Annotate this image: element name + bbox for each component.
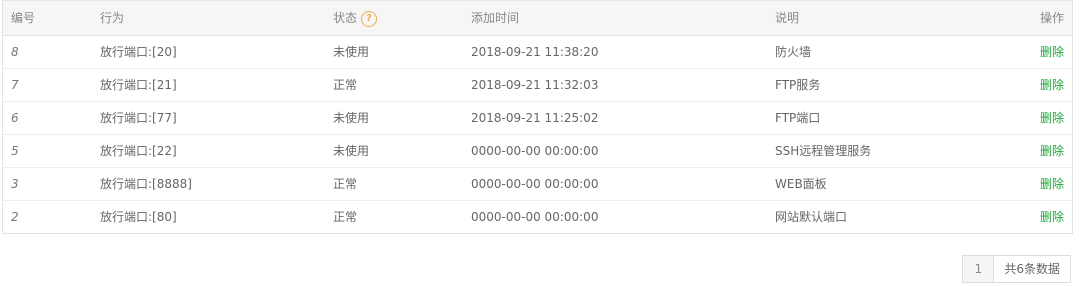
firewall-rules-table-container: 编号 行为 状态? 添加时间 说明 操作 8 放行端口:[20] 未使用 201… [2,0,1073,234]
delete-button[interactable]: 删除 [1040,210,1064,224]
table-row: 3 放行端口:[8888] 正常 0000-00-00 00:00:00 WEB… [3,167,1072,200]
delete-button[interactable]: 删除 [1040,144,1064,158]
row-status: 正常 [333,210,358,225]
delete-button[interactable]: 删除 [1040,78,1064,92]
row-action: 放行端口:[21] [100,78,177,92]
delete-button[interactable]: 删除 [1040,177,1064,191]
row-status: 未使用 [333,144,370,158]
row-desc: FTP端口 [775,111,821,125]
table-row: 6 放行端口:[77] 未使用 2018-09-21 11:25:02 FTP端… [3,101,1072,134]
table-row: 8 放行端口:[20] 未使用 2018-09-21 11:38:20 防火墙 … [3,35,1072,68]
total-count-label: 共6条数据 [994,255,1071,283]
table-row: 2 放行端口:[80] 正常 0000-00-00 00:00:00 网站默认端… [3,200,1072,233]
delete-button[interactable]: 删除 [1040,45,1064,59]
row-num: 7 [11,77,19,92]
row-num: 8 [11,44,19,59]
row-action: 放行端口:[80] [100,210,177,225]
row-status: 正常 [333,177,358,191]
page-number-button[interactable]: 1 [962,255,995,283]
pagination: 1 共6条数据 [962,255,1071,283]
row-desc: FTP服务 [775,78,821,92]
header-status-label: 状态 [333,11,358,25]
row-num: 3 [11,176,19,191]
delete-button[interactable]: 删除 [1040,111,1064,125]
row-time: 2018-09-21 11:32:03 [471,77,599,92]
row-desc: WEB面板 [775,177,827,191]
header-time: 添加时间 [463,1,767,36]
row-time: 2018-09-21 11:25:02 [471,110,599,125]
table-header-row: 编号 行为 状态? 添加时间 说明 操作 [3,1,1072,36]
row-time: 0000-00-00 00:00:00 [471,176,599,191]
row-action: 放行端口:[20] [100,45,177,59]
row-time: 0000-00-00 00:00:00 [471,209,599,224]
table-row: 7 放行端口:[21] 正常 2018-09-21 11:32:03 FTP服务… [3,68,1072,101]
header-action: 行为 [92,1,325,36]
row-action: 放行端口:[8888] [100,177,192,191]
header-desc: 说明 [767,1,1012,36]
row-action: 放行端口:[22] [100,144,177,158]
row-desc: 防火墙 [775,45,812,59]
row-desc: 网站默认端口 [775,210,848,225]
row-num: 6 [11,110,19,125]
header-status: 状态? [325,1,463,36]
row-desc: SSH远程管理服务 [775,144,872,158]
header-op: 操作 [1012,1,1072,36]
help-icon[interactable]: ? [361,10,378,27]
row-num: 5 [11,143,19,158]
firewall-rules-table: 编号 行为 状态? 添加时间 说明 操作 8 放行端口:[20] 未使用 201… [3,1,1072,233]
row-time: 2018-09-21 11:38:20 [471,44,599,59]
table-row: 5 放行端口:[22] 未使用 0000-00-00 00:00:00 SSH远… [3,134,1072,167]
header-num: 编号 [3,1,92,36]
row-time: 0000-00-00 00:00:00 [471,143,599,158]
row-status: 正常 [333,78,358,92]
row-num: 2 [11,209,19,224]
row-action: 放行端口:[77] [100,111,177,125]
row-status: 未使用 [333,45,370,59]
row-status: 未使用 [333,111,370,125]
